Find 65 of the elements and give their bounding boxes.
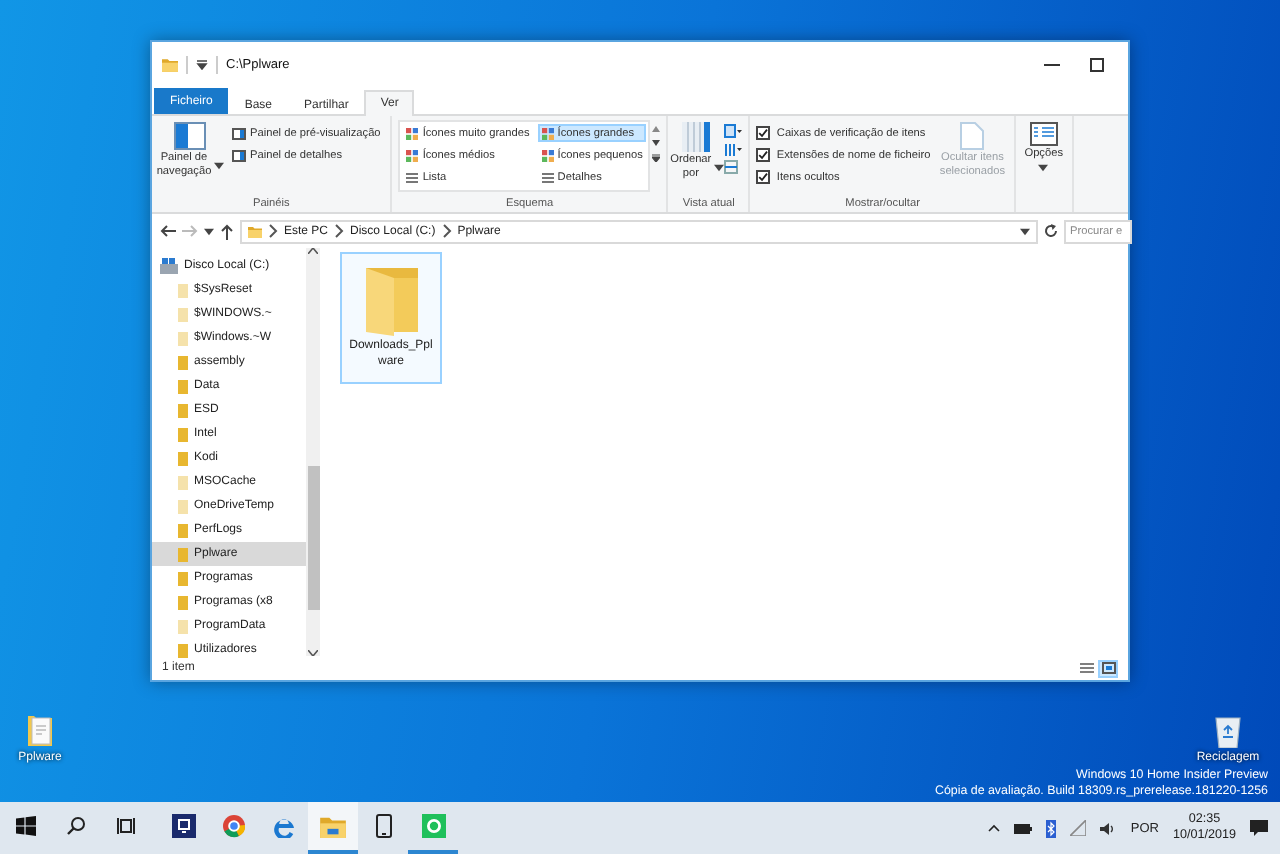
checkbox[interactable]: [756, 148, 771, 162]
notification-icon[interactable]: [1250, 820, 1268, 836]
icon-view-icon: [406, 149, 419, 161]
battery-icon[interactable]: [1014, 823, 1033, 833]
app-icon[interactable]: [171, 814, 195, 838]
list-view-icon: [406, 171, 419, 183]
up-arrow-icon[interactable]: [220, 223, 234, 239]
chevron-icon: [441, 224, 452, 238]
folder-icon: [248, 225, 262, 237]
caret-icon: [1038, 163, 1049, 172]
network-icon[interactable]: [1070, 820, 1087, 836]
caret-icon: [1020, 227, 1030, 235]
checkbox[interactable]: [756, 170, 771, 184]
checkmark-icon: [758, 128, 769, 138]
folder-icon[interactable]: [320, 815, 346, 837]
large-icons-view-button[interactable]: [1098, 659, 1118, 677]
pane-icon: [232, 149, 246, 161]
pane-icon: [232, 127, 246, 139]
add-columns-icon[interactable]: [724, 142, 743, 156]
icon-view-icon: [541, 149, 554, 161]
scroll-up-icon[interactable]: [652, 126, 661, 132]
scroll-down-icon[interactable]: [652, 140, 661, 146]
details-view-icon: [1079, 662, 1093, 674]
icon-view-icon: [541, 127, 554, 139]
chevron-up-icon[interactable]: [988, 824, 1001, 832]
size-columns-icon[interactable]: [724, 160, 739, 174]
list-view-icon: [541, 171, 554, 183]
checkmark-icon: [758, 150, 769, 160]
icon-view-icon: [406, 127, 419, 139]
chevron-icon: [334, 224, 345, 238]
volume-icon[interactable]: [1100, 821, 1117, 835]
dropdown-arrow-icon[interactable]: [196, 59, 208, 69]
checkbox[interactable]: [756, 126, 771, 140]
refresh-icon[interactable]: [1044, 224, 1058, 238]
details-view-button[interactable]: [1076, 659, 1096, 677]
scroll-down-icon[interactable]: [308, 650, 318, 656]
caret-icon: [204, 227, 214, 235]
bluetooth-icon[interactable]: [1046, 819, 1057, 837]
options-window-icon: [1029, 122, 1058, 146]
sort-columns-icon: [682, 122, 711, 152]
folder-icon: [361, 264, 421, 336]
windows-logo-icon[interactable]: [15, 816, 35, 836]
expand-icon[interactable]: [652, 154, 661, 162]
web-browser-icon[interactable]: [271, 814, 295, 838]
document-icon: [960, 122, 985, 150]
recycle-bin-icon[interactable]: [1212, 712, 1244, 748]
phone-icon[interactable]: [375, 814, 391, 838]
back-arrow-icon[interactable]: [160, 224, 176, 238]
large-icons-view-icon: [1101, 662, 1115, 674]
checkmark-icon: [758, 172, 769, 182]
caret-icon: [213, 161, 224, 170]
group-by-icon[interactable]: [724, 124, 743, 138]
scrollbar[interactable]: [306, 248, 320, 656]
minimize-icon: [1044, 63, 1060, 65]
pane-icon: [174, 122, 206, 150]
drive-icon: [160, 258, 178, 274]
caret-icon: [713, 163, 724, 172]
folder-icon: [162, 57, 178, 71]
search-icon[interactable]: [65, 816, 85, 836]
scroll-up-icon[interactable]: [308, 248, 318, 254]
maximize-icon: [1089, 57, 1103, 71]
chevron-icon: [268, 224, 278, 238]
document-file-icon[interactable]: [26, 712, 54, 748]
browser-icon[interactable]: [221, 814, 245, 838]
task-view-icon[interactable]: [115, 816, 135, 836]
